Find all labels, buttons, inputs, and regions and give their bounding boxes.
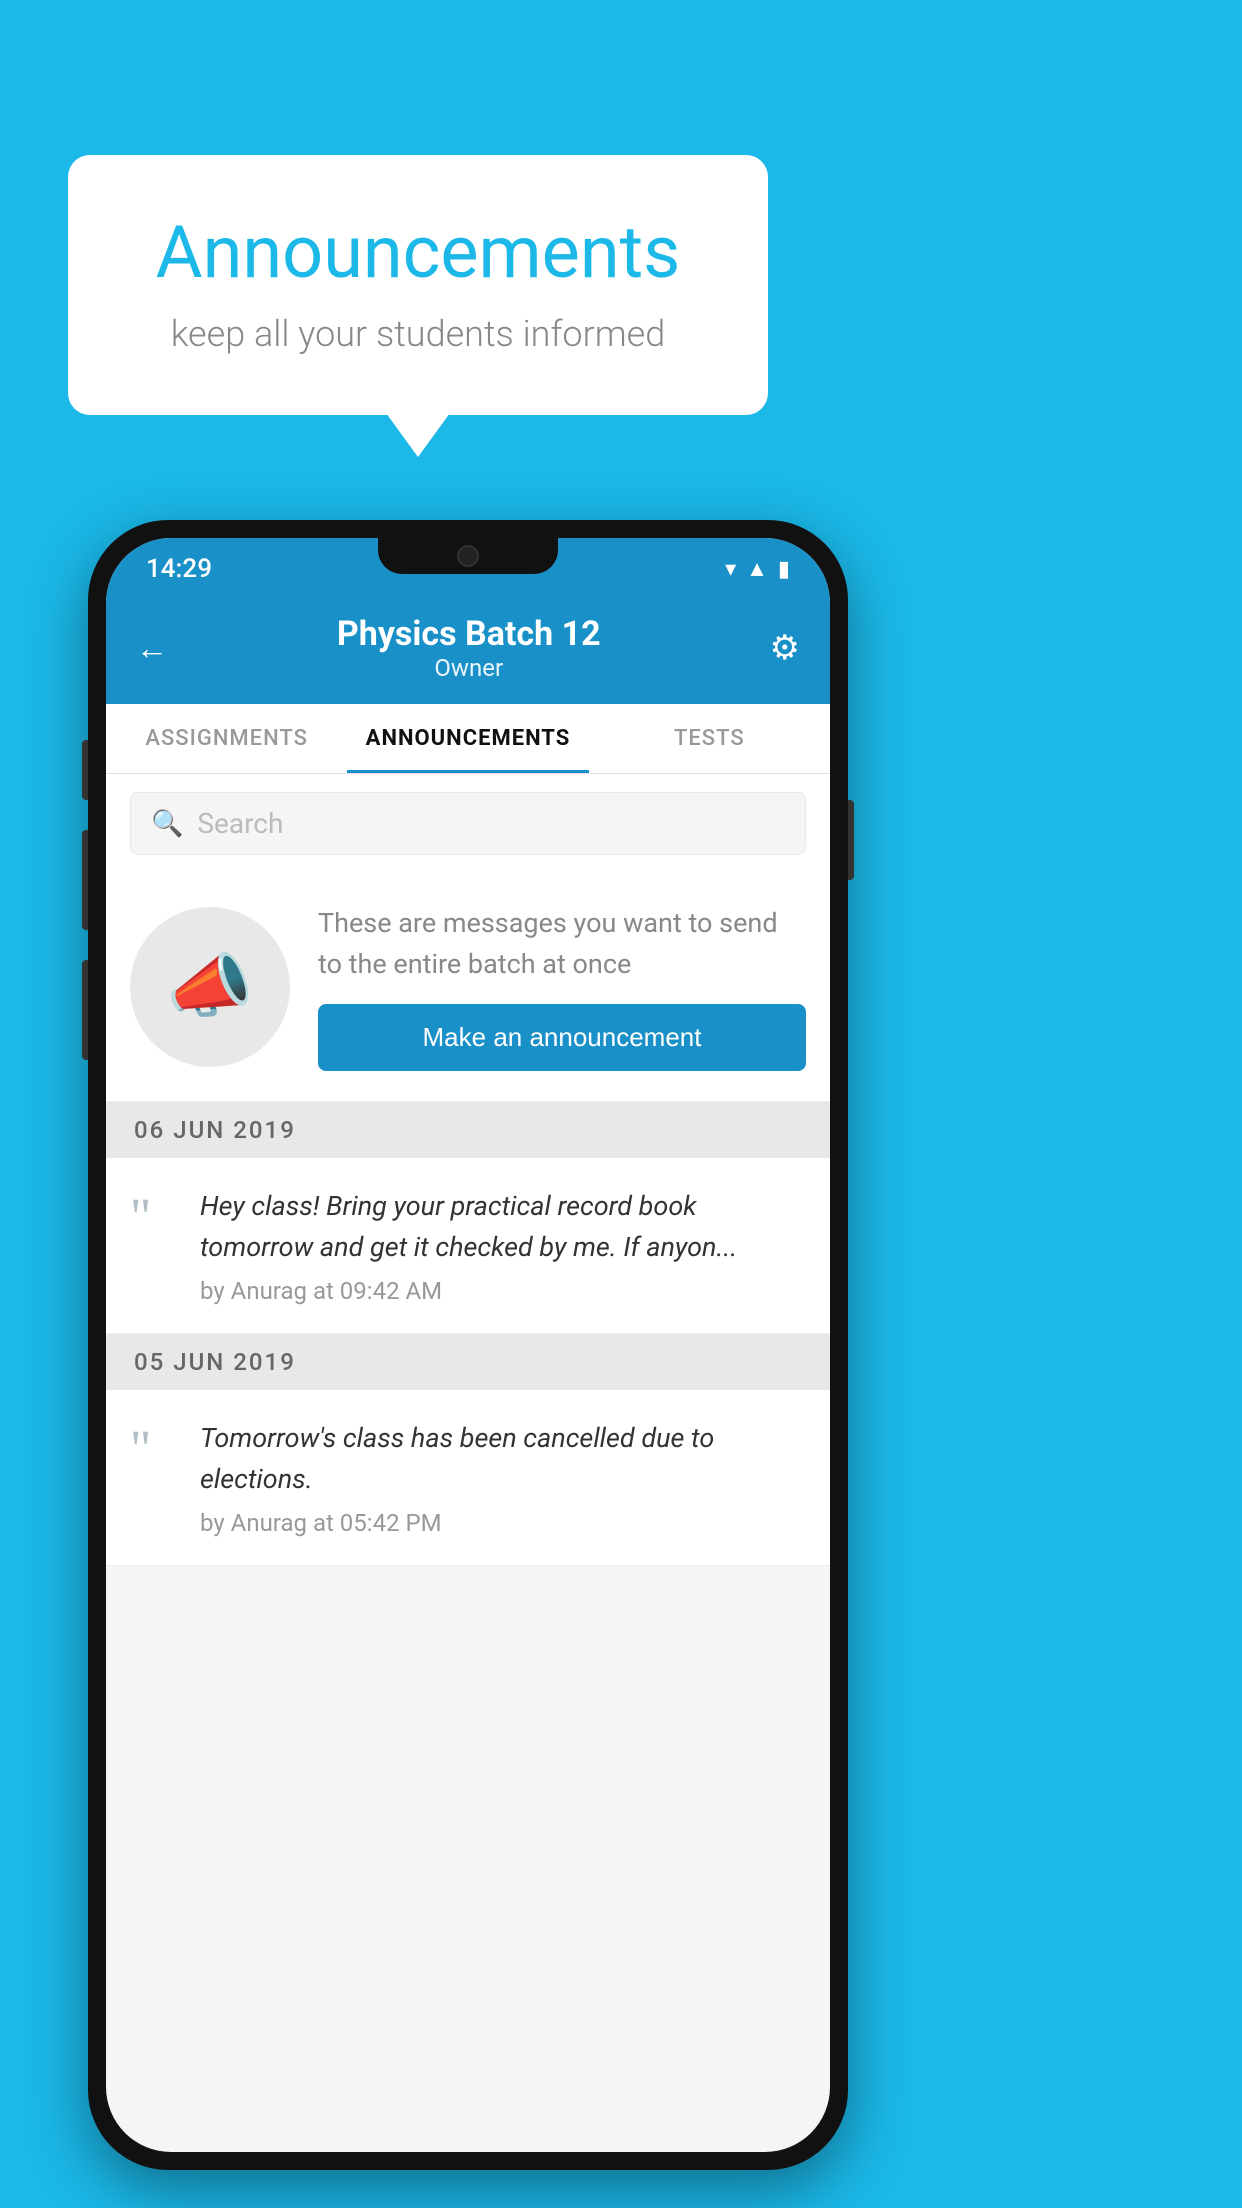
speech-bubble: Announcements keep all your students inf… xyxy=(68,155,768,415)
quote-icon-2: " xyxy=(130,1424,180,1476)
megaphone-icon: 📣 xyxy=(166,946,253,1028)
tab-assignments[interactable]: ASSIGNMENTS xyxy=(106,704,347,773)
date-separator-1: 06 JUN 2019 xyxy=(106,1102,830,1158)
back-button[interactable]: ← xyxy=(136,629,168,667)
announcement-meta-1: by Anurag at 09:42 AM xyxy=(200,1277,806,1305)
announcement-content-1: Hey class! Bring your practical record b… xyxy=(200,1186,806,1305)
announcement-prompt: 📣 These are messages you want to send to… xyxy=(106,873,830,1102)
announcement-meta-2: by Anurag at 05:42 PM xyxy=(200,1509,806,1537)
phone-container: 14:29 ▾ ▲ ▮ ← Physics Batch 12 Owner ⚙ xyxy=(88,520,848,2170)
tabs-bar: ASSIGNMENTS ANNOUNCEMENTS TESTS xyxy=(106,704,830,774)
tab-tests[interactable]: TESTS xyxy=(589,704,830,773)
phone-screen: 14:29 ▾ ▲ ▮ ← Physics Batch 12 Owner ⚙ xyxy=(106,538,830,2152)
speech-bubble-container: Announcements keep all your students inf… xyxy=(68,155,768,415)
header-title: Physics Batch 12 xyxy=(168,614,770,654)
phone-frame: 14:29 ▾ ▲ ▮ ← Physics Batch 12 Owner ⚙ xyxy=(88,520,848,2170)
battery-icon: ▮ xyxy=(778,557,790,582)
announcements-subtitle: keep all your students informed xyxy=(118,313,718,355)
settings-icon[interactable]: ⚙ xyxy=(770,628,800,668)
prompt-description: These are messages you want to send to t… xyxy=(318,903,806,984)
header-center: Physics Batch 12 Owner xyxy=(168,614,770,682)
announcement-text-2: Tomorrow's class has been cancelled due … xyxy=(200,1418,806,1499)
quote-icon-1: " xyxy=(130,1192,180,1244)
prompt-right: These are messages you want to send to t… xyxy=(318,903,806,1071)
status-icons: ▾ ▲ ▮ xyxy=(725,556,790,582)
screen-content: 🔍 Search 📣 These are messages you want t… xyxy=(106,774,830,2152)
silent-button xyxy=(82,960,88,1060)
tab-announcements[interactable]: ANNOUNCEMENTS xyxy=(347,704,588,773)
header-subtitle: Owner xyxy=(168,654,770,682)
search-placeholder: Search xyxy=(197,807,283,840)
signal-icon: ▲ xyxy=(746,556,768,582)
volume-down-button xyxy=(82,830,88,930)
date-separator-2: 05 JUN 2019 xyxy=(106,1334,830,1390)
status-time: 14:29 xyxy=(146,554,212,584)
announcement-item-2[interactable]: " Tomorrow's class has been cancelled du… xyxy=(106,1390,830,1566)
announcements-title: Announcements xyxy=(118,210,718,295)
megaphone-circle: 📣 xyxy=(130,907,290,1067)
make-announcement-button[interactable]: Make an announcement xyxy=(318,1004,806,1071)
search-bar[interactable]: 🔍 Search xyxy=(130,792,806,855)
search-icon: 🔍 xyxy=(151,809,183,839)
front-camera xyxy=(457,545,479,567)
power-button xyxy=(848,800,854,880)
app-header: ← Physics Batch 12 Owner ⚙ xyxy=(106,594,830,704)
phone-notch xyxy=(378,538,558,574)
volume-up-button xyxy=(82,740,88,800)
search-container: 🔍 Search xyxy=(106,774,830,873)
announcement-item-1[interactable]: " Hey class! Bring your practical record… xyxy=(106,1158,830,1334)
announcement-content-2: Tomorrow's class has been cancelled due … xyxy=(200,1418,806,1537)
announcement-text-1: Hey class! Bring your practical record b… xyxy=(200,1186,806,1267)
wifi-icon: ▾ xyxy=(725,557,736,582)
